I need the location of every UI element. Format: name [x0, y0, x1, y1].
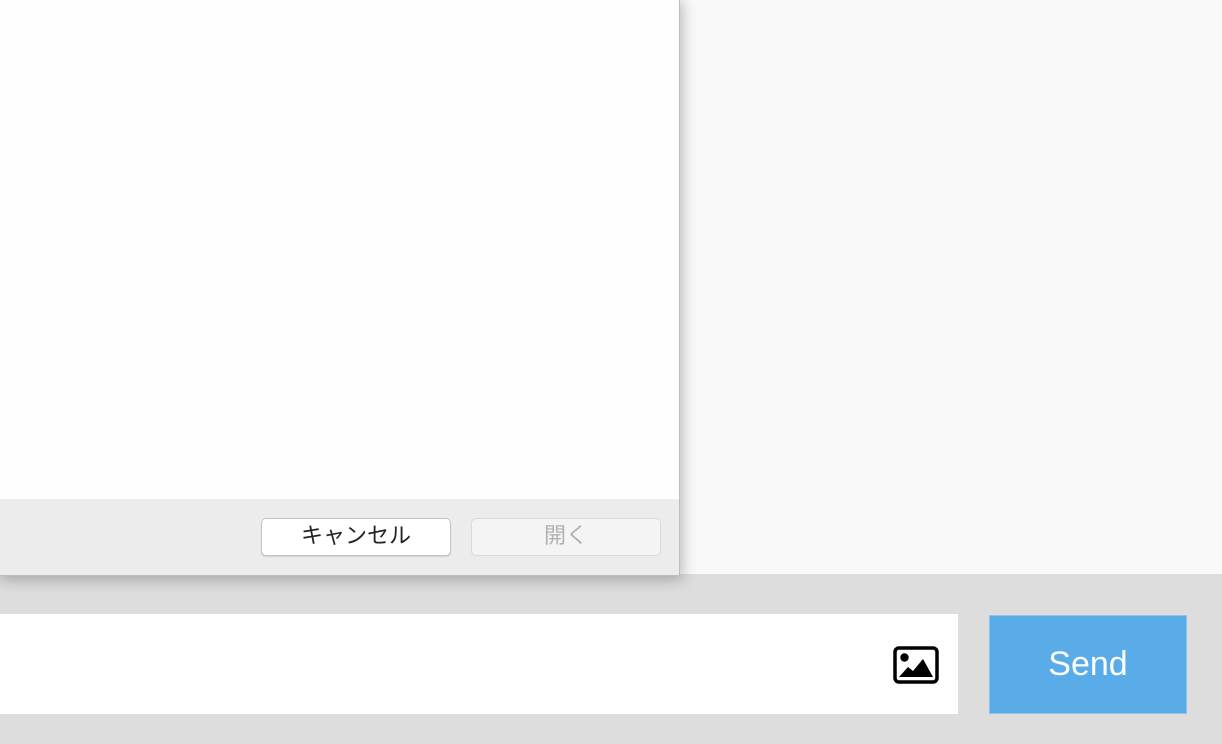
image-icon[interactable] [893, 646, 939, 684]
message-input[interactable] [0, 614, 958, 714]
image-icon-graphic [893, 646, 939, 684]
cancel-button[interactable]: キャンセル [261, 518, 451, 556]
send-button[interactable]: Send [989, 615, 1187, 714]
dialog-footer: キャンセル 開く [0, 499, 679, 575]
file-browser-pane[interactable] [0, 0, 679, 499]
open-button[interactable]: 開く [471, 518, 661, 556]
app-window: キャンセル 開く Send [0, 0, 1222, 744]
file-open-dialog: キャンセル 開く [0, 0, 680, 576]
